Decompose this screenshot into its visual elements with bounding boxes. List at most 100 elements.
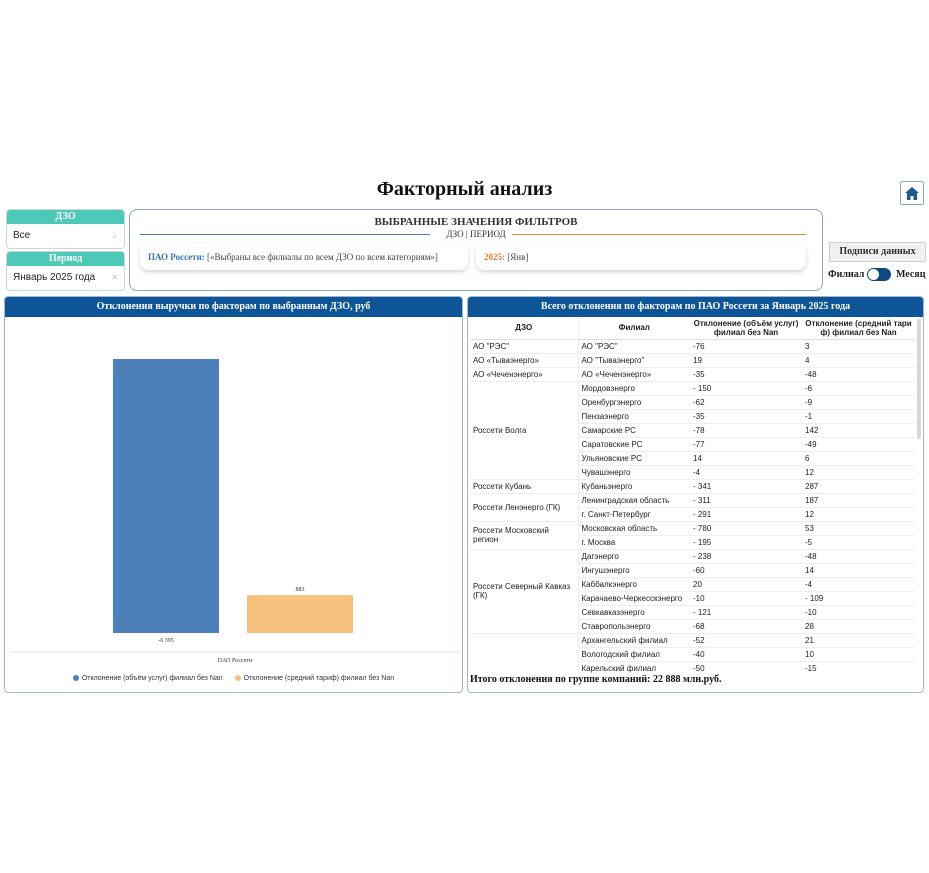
legend-item[interactable]: Отклонение (объём услуг) филиал без Nan [72, 675, 223, 682]
tariff-cell: 28 [802, 619, 915, 634]
dzo-filter-label: ДЗО [7, 210, 124, 224]
filial-cell: Кубаньэнерго [578, 479, 690, 494]
filial-cell: Оренбургэнерго [578, 395, 690, 410]
filial-cell: г. Санкт-Петербург [578, 507, 690, 522]
filial-cell: Саратовские РС [578, 437, 690, 452]
bar-tariff [247, 595, 353, 633]
table-scrollbar[interactable] [917, 319, 921, 439]
tariff-cell: 21 [802, 633, 915, 648]
chevron-down-icon[interactable]: ⌄ [111, 224, 118, 248]
volume-cell: -50 [690, 661, 802, 674]
volume-cell: - 195 [690, 535, 802, 550]
filial-cell: Чувашэнерго [578, 465, 690, 480]
tariff-cell: -48 [802, 549, 915, 564]
tariff-cell: -4 [802, 577, 915, 592]
legend-label: Отклонение (объём услуг) филиал без Nan [81, 675, 223, 682]
filial-month-toggle[interactable]: Филиал Месяц [828, 268, 928, 282]
divider [512, 234, 806, 235]
period-filter[interactable]: Период Январь 2025 года ✕ [6, 251, 125, 291]
tariff-cell: -9 [802, 395, 915, 410]
period-filter-select[interactable]: Январь 2025 года ✕ [7, 266, 124, 290]
tariff-cell: -1 [802, 409, 915, 424]
table-row[interactable]: Россети Ленэнерго (ГК) Ленинградская обла… [470, 493, 915, 522]
filial-cell: Ингушэнерго [578, 563, 690, 578]
column-header-filial[interactable]: Филиал [578, 317, 690, 340]
filial-cell: Архангельский филиал [578, 633, 690, 648]
dzo-selection-label: ПАО Россети: [148, 252, 205, 262]
clear-icon[interactable]: ✕ [111, 266, 118, 290]
dzo-cell: АО «Чеченэнерго» [470, 367, 579, 382]
period-selection-label: 2025: [484, 252, 505, 262]
filial-cell: Пензаэнерго [578, 409, 690, 424]
tariff-cell: 3 [802, 339, 915, 354]
tariff-cell: -15 [802, 661, 915, 674]
tariff-cell: -49 [802, 437, 915, 452]
tariff-cell: -6 [802, 381, 915, 396]
volume-cell: -77 [690, 437, 802, 452]
chart-panel-title: Отклонения выручки по факторам по выбран… [5, 297, 462, 317]
filial-cell: АО "РЭС" [578, 339, 690, 354]
table-row[interactable]: Архангельский филиал -52 21 [470, 633, 915, 674]
column-header-volume[interactable]: Отклонение (объём услуг) филиал без Nan [690, 317, 802, 340]
table-row[interactable]: Россети Северный Кавказ (ГК) Дагэнерго - 2… [470, 549, 915, 634]
table-row[interactable]: АО "РЭС" АО "РЭС" -76 3 [470, 339, 915, 354]
toggle-left-label: Филиал [828, 269, 865, 280]
table-row[interactable]: Россети Волга Мордовэнерго - 150 -6 [470, 381, 915, 480]
dzo-selection-value: [«Выбраны все филиалы по всем ДЗО по все… [207, 252, 438, 262]
filial-cell: Ульяновские РС [578, 451, 690, 466]
factor-chart-panel: Отклонения выручки по факторам по выбран… [4, 296, 463, 693]
waterfall-chart: -6 395 883 ПАО Россети [11, 359, 460, 664]
tariff-cell: 12 [802, 465, 915, 480]
volume-cell: -35 [690, 409, 802, 424]
dzo-filter[interactable]: ДЗО Все ⌄ [6, 209, 125, 249]
home-button[interactable] [900, 181, 924, 205]
filial-cell: Ленинградская область [578, 493, 690, 508]
filial-cell: Московская область [578, 521, 690, 536]
table-scroll-area[interactable]: ДЗО Филиал Отклонение (объём услуг) фили… [470, 317, 915, 674]
legend-item[interactable]: Отклонение (средний тариф) филиал без Na… [234, 675, 395, 682]
selected-filters-panel: ВЫБРАННЫЕ ЗНАЧЕНИЯ ФИЛЬТРОВ ДЗО | ПЕРИОД… [129, 209, 823, 291]
volume-cell: -60 [690, 563, 802, 578]
period-selection-card: 2025: [Янв] [476, 244, 806, 270]
filial-cell: Карачаево-Черкесскэнерго [578, 591, 690, 606]
table-panel-title: Всего отклонения по факторам по ПАО Росс… [468, 297, 923, 317]
volume-cell: -35 [690, 367, 802, 382]
data-labels-button[interactable]: Подписи данных [829, 242, 926, 262]
table-row[interactable]: Россети Московский регион Московская обла… [470, 521, 915, 550]
dzo-filter-select[interactable]: Все ⌄ [7, 224, 124, 248]
volume-cell: -10 [690, 591, 802, 606]
filial-cell: Каббалкэнерго [578, 577, 690, 592]
dzo-selection-card: ПАО Россети: [«Выбраны все филиалы по вс… [140, 244, 468, 270]
tariff-cell: 14 [802, 563, 915, 578]
volume-cell: - 780 [690, 521, 802, 536]
volume-cell: - 311 [690, 493, 802, 508]
filial-cell: АО «Чеченэнерго» [578, 367, 690, 382]
table-row[interactable]: АО «Тываэнерго» АО "Тываэнерго" 19 4 [470, 353, 915, 368]
volume-cell: 19 [690, 353, 802, 368]
legend-dot [72, 675, 79, 681]
legend-label: Отклонение (средний тариф) филиал без Na… [243, 675, 395, 682]
toggle-switch[interactable] [867, 268, 891, 281]
factor-table: ДЗО Филиал Отклонение (объём услуг) фили… [470, 317, 915, 674]
column-header-tariff[interactable]: Отклонение (средний тари ф) филиал без N… [802, 317, 915, 340]
dzo-cell: Россети Кубань [470, 479, 579, 494]
tariff-cell: -10 [802, 605, 915, 620]
volume-cell: - 238 [690, 549, 802, 564]
dzo-cell: Россети Волга [470, 381, 579, 480]
chart-legend: Отклонение (объём услуг) филиал без Nan … [5, 675, 462, 682]
column-header-dzo[interactable]: ДЗО [470, 317, 579, 340]
period-filter-value: Январь 2025 года [13, 272, 96, 283]
volume-cell: - 150 [690, 381, 802, 396]
toggle-knob [868, 269, 879, 280]
volume-cell: 14 [690, 451, 802, 466]
table-row[interactable]: АО «Чеченэнерго» АО «Чеченэнерго» -35 -48 [470, 367, 915, 382]
period-selection-value: [Янв] [507, 252, 529, 262]
filial-cell: г. Москва [578, 535, 690, 550]
tariff-cell: -5 [802, 535, 915, 550]
filial-cell: АО "Тываэнерго" [578, 353, 690, 368]
tariff-cell: 12 [802, 507, 915, 522]
tariff-cell: 142 [802, 423, 915, 438]
dzo-cell [470, 633, 579, 674]
dzo-cell: АО «Тываэнерго» [470, 353, 579, 368]
table-row[interactable]: Россети Кубань Кубаньэнерго - 341 287 [470, 479, 915, 494]
